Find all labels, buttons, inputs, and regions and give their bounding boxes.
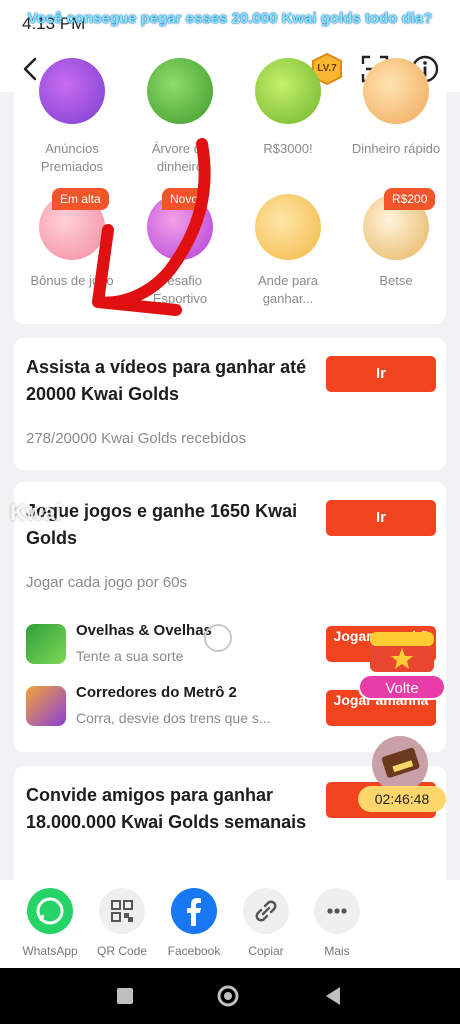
share-bar: WhatsApp QR Code Facebook Copiar Mais — [0, 880, 460, 968]
feature-label: Ande para ganhar... — [258, 273, 318, 306]
game-name: Corredores do Metrô 2 — [76, 684, 237, 701]
overlay-caption: Você consegue pegar esses 20.000 Kwai go… — [27, 10, 433, 27]
feature-label: Betse — [379, 273, 413, 288]
watermark: Kwai — [10, 500, 62, 525]
sheep-game-icon — [26, 624, 66, 664]
feature-label: Bônus de jogo — [30, 273, 114, 288]
loading-spinner — [204, 624, 232, 652]
task-title: Assista a vídeos para ganhar até 20000 K… — [26, 357, 307, 404]
share-label: Facebook — [167, 944, 221, 958]
task-videos-card: Assista a vídeos para ganhar até 20000 K… — [14, 338, 446, 470]
feature-label: R$3000! — [263, 141, 313, 156]
facebook-icon — [171, 888, 217, 934]
feature-label: Anúncios Premiados — [40, 141, 104, 174]
task-title: Jogue jogos e ganhe 1650 Kwai Golds — [26, 501, 298, 548]
whatsapp-icon — [27, 888, 73, 934]
tag-badge: Em alta — [52, 188, 109, 210]
tag-badge: Novo — [162, 188, 207, 210]
feature-label: Desafio Esportivo — [152, 273, 208, 306]
subway-game-icon — [26, 686, 66, 726]
share-label: WhatsApp — [22, 944, 78, 958]
task-subtitle: Jogar cada jogo por 60s — [26, 574, 187, 591]
share-label: Copiar — [248, 944, 284, 958]
status-bar: 4:13 PM Você consegue pegar esses 20.000… — [0, 0, 460, 46]
share-label: QR Code — [96, 944, 148, 958]
feature-label: Dinheiro rápido — [351, 141, 441, 156]
walk-icon — [255, 194, 321, 260]
game-name: Ovelhas & Ovelhas — [76, 622, 212, 639]
countdown-timer: 02:46:48 — [358, 786, 446, 812]
go-button[interactable]: Ir — [326, 356, 436, 392]
game-desc: Corra, desvie dos trens que s... — [76, 710, 271, 726]
tag-badge: R$200 — [384, 188, 436, 210]
task-title: Convide amigos para ganhar 18.000.000 Kw… — [26, 785, 307, 832]
fast-money-icon — [363, 58, 429, 124]
link-icon — [243, 888, 289, 934]
cash-icon — [255, 58, 321, 124]
ad-reward-icon — [39, 58, 105, 124]
share-label: Mais — [324, 944, 350, 958]
qr-code-icon — [99, 888, 145, 934]
task-games-card: Jogue jogos e ganhe 1650 Kwai Golds Ir J… — [14, 482, 446, 752]
game-desc: Tente a sua sorte — [76, 648, 184, 664]
go-button[interactable]: Ir — [326, 500, 436, 536]
chocolate-bar-icon[interactable] — [370, 734, 430, 794]
feature-grid: Anúncios Premiados Árvore de dinheiro R$… — [14, 58, 446, 324]
more-icon — [314, 888, 360, 934]
money-tree-icon — [147, 58, 213, 124]
back-nav-icon[interactable] — [326, 987, 340, 1005]
task-progress: 278/20000 Kwai Golds recebidos — [26, 430, 247, 447]
android-nav-bar — [0, 968, 460, 1024]
recents-icon[interactable] — [117, 988, 133, 1004]
return-button[interactable]: Volte — [358, 674, 446, 700]
feature-label: Árvore de dinheiro — [151, 141, 209, 174]
